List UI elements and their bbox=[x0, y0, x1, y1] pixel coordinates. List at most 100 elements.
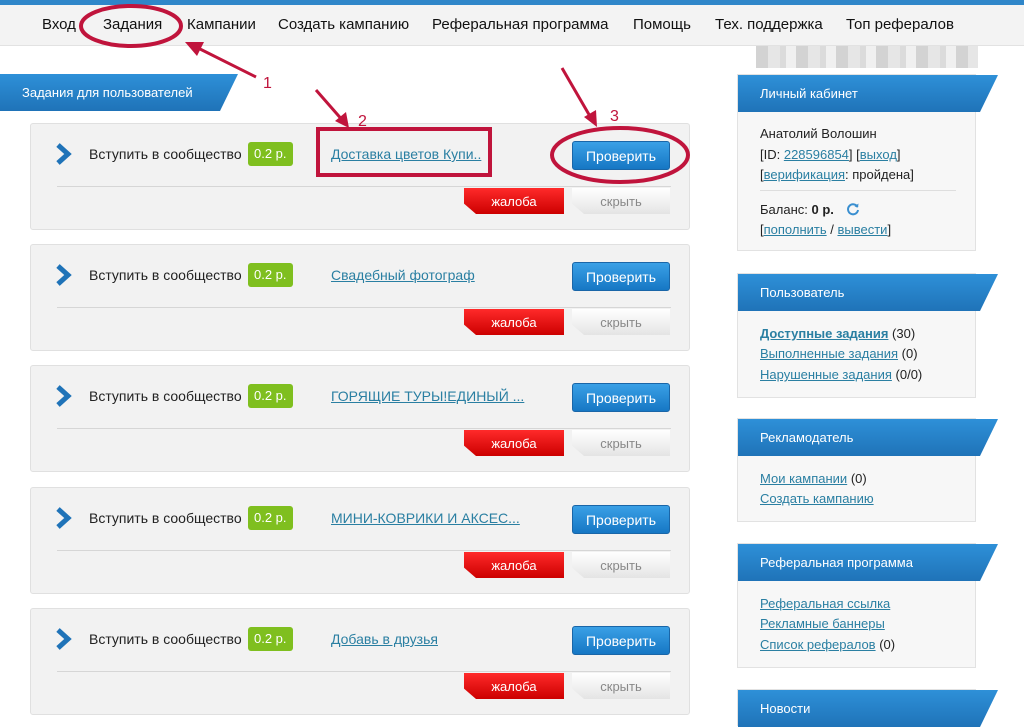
user-id-link[interactable]: 228596854 bbox=[784, 147, 849, 162]
task-title: Вступить в сообщество bbox=[89, 510, 242, 526]
completed-tasks-link[interactable]: Выполненные задания bbox=[760, 346, 898, 361]
task-price-badge: 0.2 р. bbox=[248, 627, 293, 651]
sidebar-item-completed-tasks: Выполненные задания (0) bbox=[760, 346, 918, 361]
nav-referral-program[interactable]: Реферальная программа bbox=[432, 16, 608, 33]
complain-button[interactable]: жалоба bbox=[464, 309, 564, 335]
available-tasks-link[interactable]: Доступные задания bbox=[760, 326, 888, 341]
hide-button[interactable]: скрыть bbox=[572, 309, 670, 335]
verification-line: [верификация: пройдена] bbox=[760, 167, 914, 182]
chevron-right-icon bbox=[56, 143, 72, 165]
refresh-icon[interactable] bbox=[846, 202, 860, 216]
check-button[interactable]: Проверить bbox=[572, 262, 670, 291]
nav-create-campaign[interactable]: Создать кампанию bbox=[278, 16, 409, 33]
referral-link[interactable]: Реферальная ссылка bbox=[760, 596, 890, 611]
task-card: Вступить в сообщество 0.2 р. ГОРЯЩИЕ ТУР… bbox=[30, 365, 690, 472]
cabinet-panel: Личный кабинет Анатолий Волошин [ID: 228… bbox=[737, 74, 976, 251]
user-panel: Пользователь Доступные задания (30) Выпо… bbox=[737, 273, 976, 398]
divider bbox=[57, 550, 671, 551]
nav-login[interactable]: Вход bbox=[42, 16, 76, 33]
divider bbox=[57, 671, 671, 672]
annotation-label: 1 bbox=[263, 75, 272, 92]
nav-campaigns[interactable]: Кампании bbox=[187, 16, 256, 33]
blurred-area bbox=[756, 46, 978, 68]
task-price-badge: 0.2 р. bbox=[248, 384, 293, 408]
nav-help[interactable]: Помощь bbox=[633, 16, 691, 33]
task-price-badge: 0.2 р. bbox=[248, 506, 293, 530]
task-title: Вступить в сообщество bbox=[89, 267, 242, 283]
referral-panel: Реферальная программа Реферальная ссылка… bbox=[737, 543, 976, 668]
chevron-right-icon bbox=[56, 264, 72, 286]
task-link[interactable]: МИНИ-КОВРИКИ И АКСЕС... bbox=[331, 510, 520, 526]
complain-button[interactable]: жалоба bbox=[464, 673, 564, 699]
sidebar-item-create-campaign: Создать кампанию bbox=[760, 491, 874, 506]
top-navigation: Вход Задания Кампании Создать кампанию Р… bbox=[0, 5, 1024, 46]
annotation-arrow bbox=[191, 43, 257, 79]
section-title: Задания для пользователей bbox=[0, 74, 238, 111]
sidebar-item-referral-list: Список рефералов (0) bbox=[760, 637, 896, 652]
task-price-badge: 0.2 р. bbox=[248, 142, 293, 166]
balance-actions: [пополнить / вывести] bbox=[760, 222, 892, 237]
complain-button[interactable]: жалоба bbox=[464, 552, 564, 578]
logout-link[interactable]: выход bbox=[860, 147, 897, 162]
divider bbox=[760, 190, 956, 191]
task-price-badge: 0.2 р. bbox=[248, 263, 293, 287]
annotation-arrow bbox=[314, 89, 346, 123]
violated-tasks-link[interactable]: Нарушенные задания bbox=[760, 367, 892, 382]
verification-link[interactable]: верификация bbox=[764, 167, 845, 182]
task-card: Вступить в сообщество 0.2 р. Доставка цв… bbox=[30, 123, 690, 230]
nav-support[interactable]: Тех. поддержка bbox=[715, 16, 823, 33]
create-campaign-link[interactable]: Создать кампанию bbox=[760, 491, 874, 506]
hide-button[interactable]: скрыть bbox=[572, 188, 670, 214]
divider bbox=[57, 307, 671, 308]
user-panel-title: Пользователь bbox=[738, 274, 998, 311]
task-card: Вступить в сообщество 0.2 р. МИНИ-КОВРИК… bbox=[30, 487, 690, 594]
hide-button[interactable]: скрыть bbox=[572, 673, 670, 699]
task-link[interactable]: Доставка цветов Купи.. bbox=[331, 146, 481, 162]
task-title: Вступить в сообщество bbox=[89, 146, 242, 162]
divider bbox=[57, 186, 671, 187]
divider bbox=[57, 428, 671, 429]
sidebar-item-violated-tasks: Нарушенные задания (0/0) bbox=[760, 367, 923, 382]
news-panel: Новости bbox=[737, 689, 976, 726]
check-button[interactable]: Проверить bbox=[572, 383, 670, 412]
balance-line: Баланс: 0 р. bbox=[760, 202, 860, 217]
advertiser-panel: Рекламодатель Мои кампании (0) Создать к… bbox=[737, 418, 976, 522]
check-button[interactable]: Проверить bbox=[572, 505, 670, 534]
task-title: Вступить в сообщество bbox=[89, 388, 242, 404]
referral-panel-title: Реферальная программа bbox=[738, 544, 998, 581]
ad-banners-link[interactable]: Рекламные баннеры bbox=[760, 616, 885, 631]
sidebar-item-my-campaigns: Мои кампании (0) bbox=[760, 471, 867, 486]
task-link[interactable]: Свадебный фотограф bbox=[331, 267, 475, 283]
hide-button[interactable]: скрыть bbox=[572, 430, 670, 456]
check-button[interactable]: Проверить bbox=[572, 141, 670, 170]
chevron-right-icon bbox=[56, 628, 72, 650]
referral-list-link[interactable]: Список рефералов bbox=[760, 637, 876, 652]
sidebar-item-referral-link: Реферальная ссылка bbox=[760, 596, 890, 611]
sidebar-item-available-tasks: Доступные задания (30) bbox=[760, 326, 916, 341]
hide-button[interactable]: скрыть bbox=[572, 552, 670, 578]
cabinet-title: Личный кабинет bbox=[738, 75, 998, 112]
task-link[interactable]: Добавь в друзья bbox=[331, 631, 438, 647]
nav-top-referrals[interactable]: Топ рефералов bbox=[846, 16, 954, 33]
annotation-arrow bbox=[560, 67, 593, 119]
chevron-right-icon bbox=[56, 385, 72, 407]
balance-value: 0 р. bbox=[811, 202, 834, 217]
user-name: Анатолий Волошин bbox=[760, 126, 877, 141]
nav-tasks[interactable]: Задания bbox=[103, 16, 162, 33]
withdraw-link[interactable]: вывести bbox=[837, 222, 887, 237]
news-panel-title: Новости bbox=[738, 690, 998, 727]
annotation-label: 2 bbox=[358, 113, 367, 130]
task-card: Вступить в сообщество 0.2 р. Добавь в др… bbox=[30, 608, 690, 715]
chevron-right-icon bbox=[56, 507, 72, 529]
my-campaigns-link[interactable]: Мои кампании bbox=[760, 471, 847, 486]
check-button[interactable]: Проверить bbox=[572, 626, 670, 655]
annotation-label: 3 bbox=[610, 108, 619, 125]
task-title: Вступить в сообщество bbox=[89, 631, 242, 647]
complain-button[interactable]: жалоба bbox=[464, 188, 564, 214]
task-card: Вступить в сообщество 0.2 р. Свадебный ф… bbox=[30, 244, 690, 351]
sidebar-item-ad-banners: Рекламные баннеры bbox=[760, 616, 885, 631]
topup-link[interactable]: пополнить bbox=[764, 222, 827, 237]
advertiser-panel-title: Рекламодатель bbox=[738, 419, 998, 456]
task-link[interactable]: ГОРЯЩИЕ ТУРЫ!ЕДИНЫЙ ... bbox=[331, 388, 524, 404]
complain-button[interactable]: жалоба bbox=[464, 430, 564, 456]
